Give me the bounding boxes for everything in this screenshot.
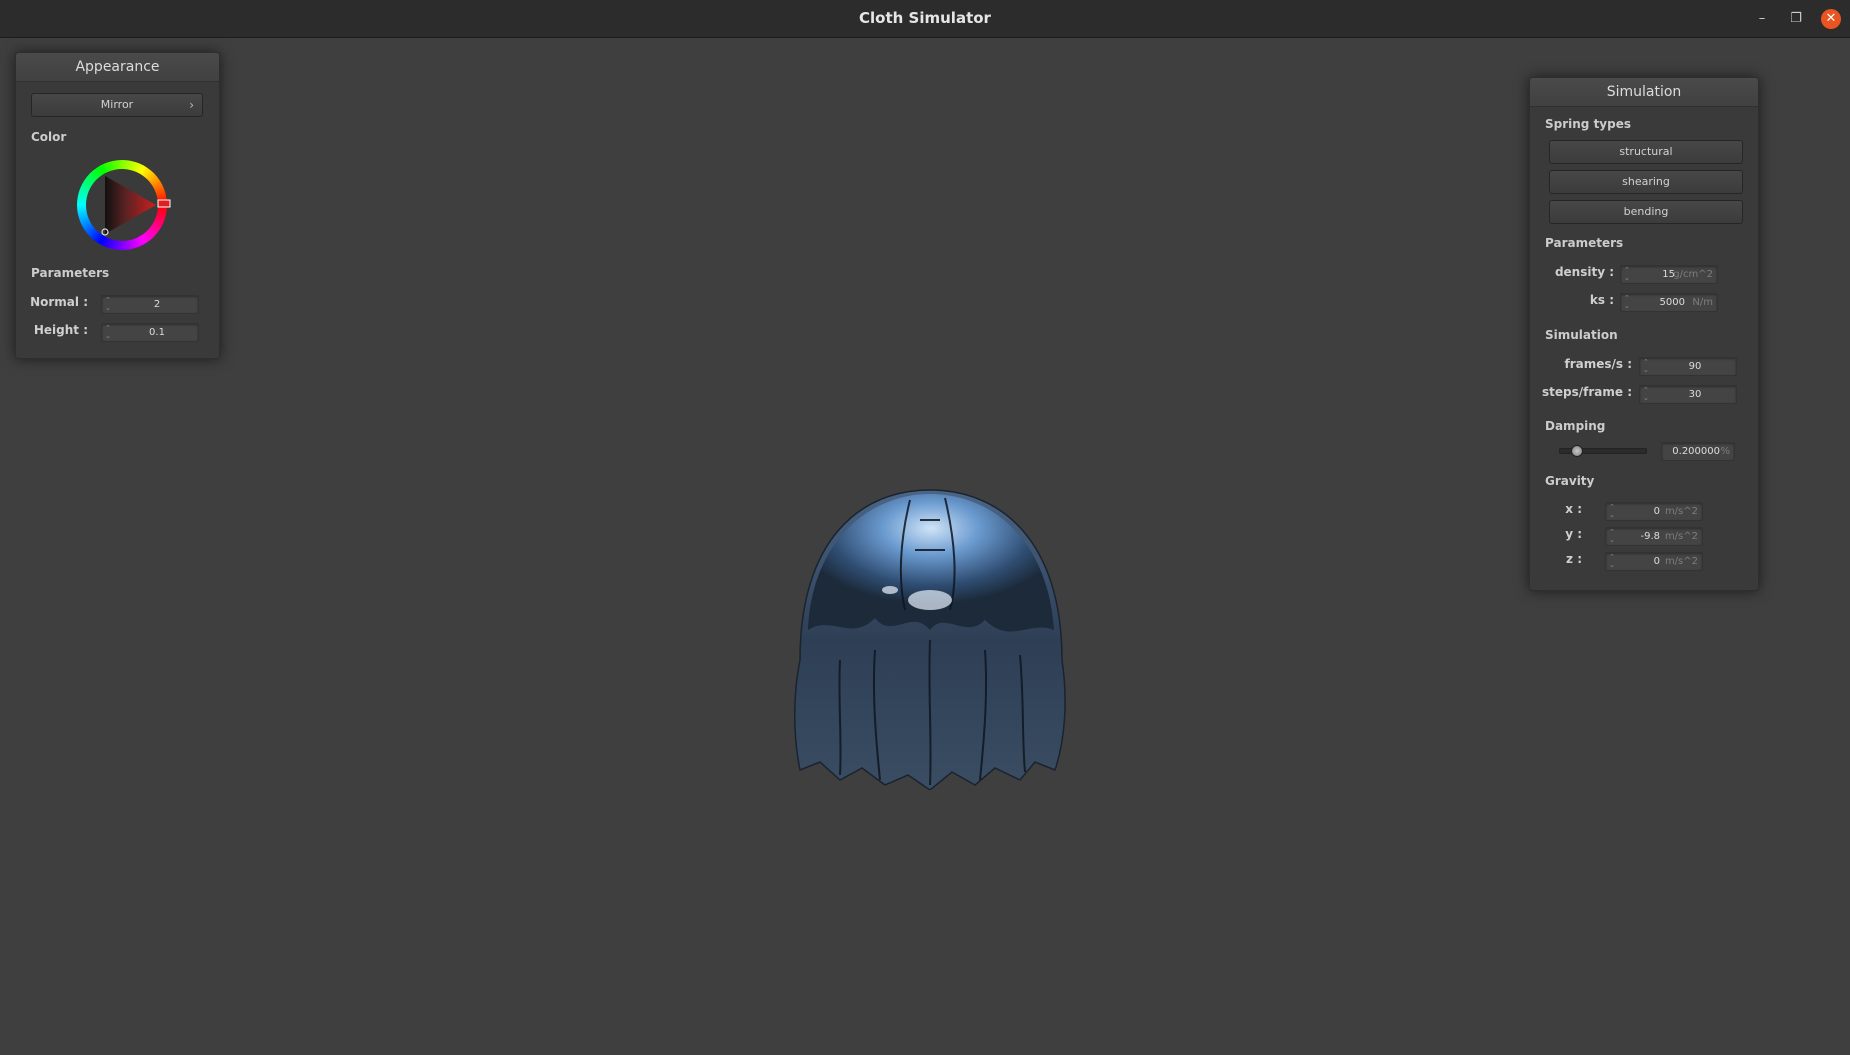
- minimize-icon[interactable]: –: [1752, 9, 1772, 29]
- height-value: 0.1: [149, 327, 165, 338]
- ks-input[interactable]: ⌃ ⌄ 5000 N/m: [1620, 293, 1718, 312]
- gravity-y-label: y :: [1565, 527, 1582, 541]
- spinner-icon[interactable]: ⌃ ⌄: [1624, 294, 1632, 311]
- simulation-panel: Simulation Spring types structural shear…: [1529, 77, 1759, 591]
- gravity-z-label: z :: [1566, 552, 1582, 566]
- density-label: density :: [1554, 265, 1614, 279]
- cloth-render[interactable]: [780, 480, 1080, 790]
- parameters-section-label: Parameters: [1545, 236, 1624, 250]
- gravity-x-label: x :: [1565, 502, 1582, 516]
- shader-select-label: Mirror: [100, 98, 134, 111]
- spring-types-label: Spring types: [1545, 117, 1632, 131]
- gravity-y-input[interactable]: ⌃ ⌄ -9.8 m/s^2: [1605, 527, 1703, 546]
- spinner-icon[interactable]: ⌃ ⌄: [1643, 358, 1651, 375]
- damping-input[interactable]: 0.200000 %: [1661, 442, 1735, 461]
- spinner-icon[interactable]: ⌃ ⌄: [105, 324, 113, 341]
- ks-unit: N/m: [1692, 297, 1713, 308]
- steps-value: 30: [1688, 389, 1702, 400]
- structural-button[interactable]: structural: [1549, 140, 1743, 164]
- normal-input[interactable]: ⌃ ⌄ 2: [101, 295, 199, 314]
- color-wheel[interactable]: [72, 155, 172, 255]
- simulation-panel-header[interactable]: Simulation: [1530, 78, 1758, 107]
- color-section-label: Color: [31, 130, 67, 144]
- shader-select[interactable]: Mirror ›: [31, 93, 203, 117]
- simulation-section-label: Simulation: [1545, 328, 1618, 342]
- fps-input[interactable]: ⌃ ⌄ 90: [1639, 357, 1737, 376]
- density-unit: g/cm^2: [1673, 269, 1713, 280]
- damping-section-label: Damping: [1545, 419, 1606, 433]
- parameters-section-label: Parameters: [31, 266, 110, 280]
- gravity-z-unit: m/s^2: [1664, 556, 1698, 567]
- spinner-icon[interactable]: ⌃ ⌄: [1609, 503, 1617, 520]
- gravity-x-value: 0: [1653, 506, 1660, 517]
- normal-label: Normal :: [30, 295, 88, 309]
- shearing-button[interactable]: shearing: [1549, 170, 1743, 194]
- bending-button[interactable]: bending: [1549, 200, 1743, 224]
- window-titlebar: Cloth Simulator – ❐ ✕: [0, 0, 1850, 38]
- height-label: Height :: [33, 323, 88, 337]
- gravity-x-input[interactable]: ⌃ ⌄ 0 m/s^2: [1605, 502, 1703, 521]
- appearance-panel-header[interactable]: Appearance: [16, 53, 219, 82]
- height-input[interactable]: ⌃ ⌄ 0.1: [101, 323, 199, 342]
- fps-value: 90: [1688, 361, 1702, 372]
- gravity-y-value: -9.8: [1640, 531, 1660, 542]
- window-title: Cloth Simulator: [859, 9, 991, 27]
- gravity-y-unit: m/s^2: [1664, 531, 1698, 542]
- ks-label: ks :: [1589, 293, 1614, 307]
- close-icon[interactable]: ✕: [1821, 9, 1841, 29]
- chevron-right-icon: ›: [189, 98, 194, 112]
- gravity-z-value: 0: [1653, 556, 1660, 567]
- spinner-icon[interactable]: ⌃ ⌄: [1609, 553, 1617, 570]
- damping-value: 0.200000: [1672, 446, 1720, 457]
- damping-slider-handle[interactable]: [1571, 445, 1583, 457]
- gravity-z-input[interactable]: ⌃ ⌄ 0 m/s^2: [1605, 552, 1703, 571]
- spinner-icon[interactable]: ⌃ ⌄: [1609, 528, 1617, 545]
- gravity-x-unit: m/s^2: [1664, 506, 1698, 517]
- density-input[interactable]: ⌃ ⌄ 15 g/cm^2: [1620, 265, 1718, 284]
- spinner-icon[interactable]: ⌃ ⌄: [1643, 386, 1651, 403]
- spinner-icon[interactable]: ⌃ ⌄: [1624, 266, 1632, 283]
- steps-label: steps/frame :: [1542, 385, 1632, 399]
- appearance-panel: Appearance Mirror › Color Parameters Nor…: [15, 52, 220, 359]
- fps-label: frames/s :: [1564, 357, 1632, 371]
- maximize-icon[interactable]: ❐: [1786, 9, 1806, 29]
- steps-input[interactable]: ⌃ ⌄ 30: [1639, 385, 1737, 404]
- ks-value: 5000: [1659, 297, 1685, 308]
- normal-value: 2: [153, 299, 161, 310]
- spinner-icon[interactable]: ⌃ ⌄: [105, 296, 113, 313]
- damping-unit: %: [1720, 446, 1730, 457]
- gravity-section-label: Gravity: [1545, 474, 1595, 488]
